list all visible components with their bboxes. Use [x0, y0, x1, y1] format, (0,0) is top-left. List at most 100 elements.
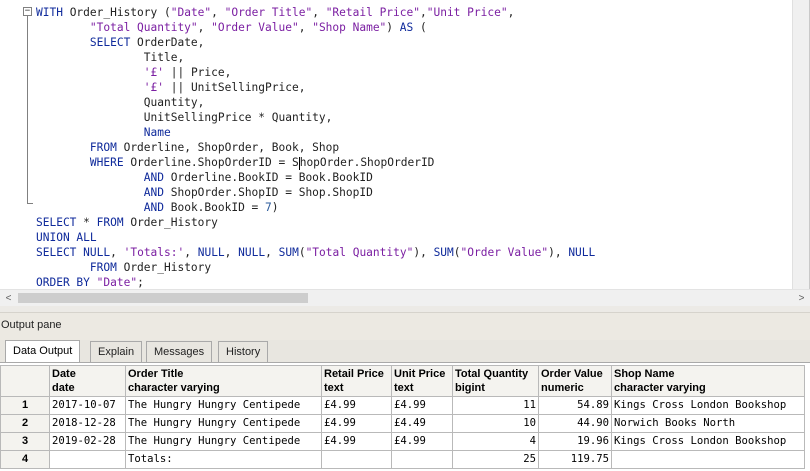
sql-keyword: WITH: [36, 6, 63, 19]
table-cell[interactable]: Norwich Books North: [611, 414, 805, 433]
horizontal-scrollbar[interactable]: < >: [0, 289, 810, 306]
table-cell[interactable]: The Hungry Hungry Centipede: [125, 432, 322, 451]
table-cell[interactable]: The Hungry Hungry Centipede: [125, 396, 322, 415]
code-token: Order_History: [123, 216, 218, 229]
sql-string: "Order Value": [211, 21, 299, 34]
code-token: ,: [211, 6, 225, 19]
sql-string: "Date": [170, 6, 212, 19]
sql-keyword: WHERE: [89, 156, 124, 169]
row-number[interactable]: 2: [0, 414, 50, 433]
column-header-retail-price[interactable]: Retail Price text: [321, 365, 392, 397]
table-cell[interactable]: [611, 450, 805, 469]
sql-keyword: SUM: [278, 246, 299, 259]
code-token: ,: [419, 6, 427, 19]
table-cell[interactable]: 2019-02-28: [49, 432, 126, 451]
table-row[interactable]: 3 2019-02-28 The Hungry Hungry Centipede £4…: [0, 432, 805, 451]
code-line: Title,: [36, 50, 806, 65]
scroll-left-icon[interactable]: <: [0, 290, 17, 307]
table-cell[interactable]: £4.99: [391, 396, 453, 415]
code-token: Orderline, ShopOrder, Book, Shop: [116, 141, 340, 154]
row-number[interactable]: 1: [0, 396, 50, 415]
column-header-total-quantity[interactable]: Total Quantity bigint: [452, 365, 539, 397]
table-cell[interactable]: 11: [452, 396, 539, 415]
table-cell[interactable]: 10: [452, 414, 539, 433]
code-token: Order_History: [116, 261, 212, 274]
table-cell[interactable]: 2017-10-07: [49, 396, 126, 415]
output-pane-title: Output pane: [1, 319, 62, 331]
column-header-date[interactable]: Date date: [49, 365, 126, 397]
table-cell[interactable]: 44.90: [538, 414, 612, 433]
table-cell[interactable]: 2018-12-28: [49, 414, 126, 433]
data-output-grid[interactable]: Date date Order Title character varying Re…: [0, 362, 810, 471]
column-type: date: [52, 382, 75, 394]
sql-string: 'Totals:': [123, 246, 185, 259]
table-cell[interactable]: 54.89: [538, 396, 612, 415]
table-row[interactable]: 1 2017-10-07 The Hungry Hungry Centipede £4…: [0, 396, 805, 415]
row-number[interactable]: 3: [0, 432, 50, 451]
tab-data-output[interactable]: Data Output: [5, 340, 81, 362]
table-cell[interactable]: 19.96: [538, 432, 612, 451]
code-token: ),: [413, 246, 434, 259]
code-token: ,: [197, 21, 212, 34]
table-row[interactable]: 4 Totals: 25 119.75: [0, 450, 805, 469]
sql-string: "Retail Price": [325, 6, 420, 19]
table-cell[interactable]: 119.75: [538, 450, 612, 469]
scroll-right-icon[interactable]: >: [793, 290, 810, 307]
table-cell[interactable]: Kings Cross London Bookshop: [611, 432, 805, 451]
column-type: text: [324, 382, 344, 394]
sql-keyword: NULL: [83, 246, 111, 259]
sql-keyword: AND: [143, 171, 164, 184]
column-header-shop-name[interactable]: Shop Name character varying: [611, 365, 805, 397]
table-cell[interactable]: £4.49: [391, 414, 453, 433]
column-type: character varying: [614, 382, 706, 394]
code-token: ;: [137, 276, 144, 289]
code-token: ,: [110, 246, 124, 259]
table-cell[interactable]: [49, 450, 126, 469]
fold-guide-line: [27, 16, 28, 204]
sql-keyword: NULL: [238, 246, 266, 259]
column-header-order-value[interactable]: Order Value numeric: [538, 365, 612, 397]
code-token: *: [76, 216, 97, 229]
table-row[interactable]: 2 2018-12-28 The Hungry Hungry Centipede £4…: [0, 414, 805, 433]
fold-toggle-icon[interactable]: −: [23, 7, 32, 16]
code-token: (: [298, 246, 306, 259]
code-line: SELECT OrderDate,: [36, 35, 806, 50]
editor-gutter: [0, 0, 22, 289]
sql-string: "Shop Name": [312, 21, 387, 34]
horizontal-scroll-thumb[interactable]: [18, 293, 308, 303]
table-cell[interactable]: [321, 450, 392, 469]
table-cell[interactable]: 4: [452, 432, 539, 451]
column-header-unit-price[interactable]: Unit Price text: [391, 365, 453, 397]
column-header-order-title[interactable]: Order Title character varying: [125, 365, 322, 397]
sql-keyword: SUM: [433, 246, 454, 259]
column-type: bigint: [455, 382, 485, 394]
code-line: AND ShopOrder.ShopID = Shop.ShopID: [36, 185, 806, 200]
code-token: (: [453, 246, 461, 259]
code-area[interactable]: WITH Order_History ("Date", "Order Title…: [36, 5, 806, 289]
tab-messages[interactable]: Messages: [146, 341, 213, 362]
table-cell[interactable]: 25: [452, 450, 539, 469]
code-token: ,: [507, 6, 515, 19]
output-pane-header: Output pane: [0, 312, 810, 340]
table-cell[interactable]: £4.99: [391, 432, 453, 451]
table-cell[interactable]: £4.99: [321, 396, 392, 415]
column-name: Shop Name: [614, 368, 675, 380]
tab-history[interactable]: History: [218, 341, 269, 362]
code-token: ,: [265, 246, 279, 259]
code-line: AND Book.BookID = 7): [36, 200, 806, 215]
table-cell[interactable]: £4.99: [321, 432, 392, 451]
table-cell[interactable]: Kings Cross London Bookshop: [611, 396, 805, 415]
code-token: Quantity,: [36, 96, 205, 109]
row-number[interactable]: 4: [0, 450, 50, 469]
table-cell[interactable]: £4.99: [321, 414, 392, 433]
table-cell[interactable]: [391, 450, 453, 469]
sql-editor[interactable]: − WITH Order_History ("Date", "Order Tit…: [0, 0, 810, 306]
table-cell[interactable]: Totals:: [125, 450, 322, 469]
tab-explain[interactable]: Explain: [90, 341, 143, 362]
code-token: Orderline.ShopOrderID = S: [123, 156, 299, 169]
table-cell[interactable]: The Hungry Hungry Centipede: [125, 414, 322, 433]
vertical-scrollbar[interactable]: [792, 0, 809, 289]
